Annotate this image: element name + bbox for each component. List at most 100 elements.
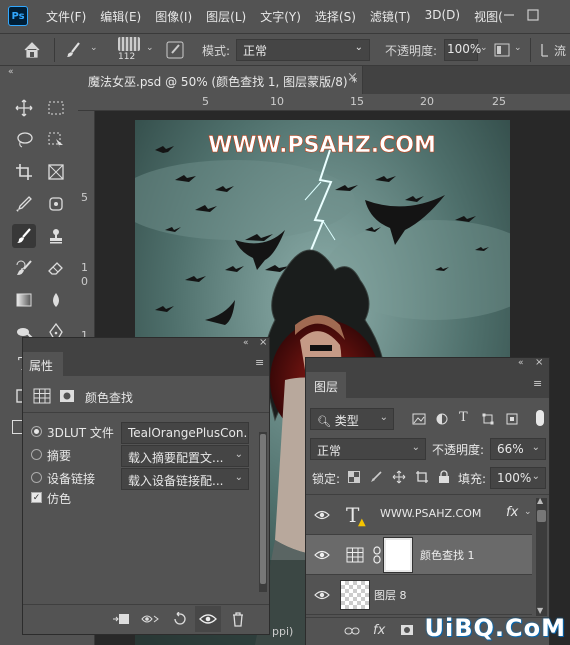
abstract-radio[interactable] [31, 449, 42, 460]
layer-row-adjustment-selected[interactable]: 颜色查找 1 [306, 535, 532, 575]
layer-row-pixel[interactable]: 图层 8 [306, 575, 532, 615]
blend-mode-select[interactable]: 正常 ⌄ [310, 438, 426, 460]
move-tool-icon[interactable] [12, 96, 36, 120]
eraser-tool-icon[interactable] [44, 256, 68, 280]
chevron-down-icon: ⌄ [234, 472, 243, 483]
close-panel-icon[interactable]: × [259, 337, 267, 348]
lock-pixels-icon[interactable] [370, 471, 382, 483]
filter-type-icon[interactable]: T [459, 410, 468, 425]
layer-opacity-input[interactable]: 66% ⌄ [490, 438, 546, 460]
panel-menu-icon[interactable]: ≡ [255, 356, 264, 369]
fill-input[interactable]: 100% ⌄ [490, 467, 546, 489]
color-lookup-adjustment-icon [346, 547, 364, 563]
brush-settings-icon[interactable] [166, 41, 184, 59]
view-previous-state-icon[interactable] [141, 612, 161, 626]
gradient-tool-icon[interactable] [12, 288, 36, 312]
menu-item[interactable]: 滤镜(T) [370, 8, 411, 25]
layer-visibility-eye-icon[interactable] [314, 587, 330, 603]
properties-tab[interactable]: 属性 [23, 352, 63, 376]
filter-pixel-icon[interactable] [412, 413, 426, 425]
menu-item[interactable]: 文件(F) [46, 8, 86, 25]
flow-icon[interactable] [540, 43, 550, 57]
menu-item[interactable]: 选择(S) [315, 8, 356, 25]
reset-icon[interactable] [171, 612, 189, 626]
opacity-input[interactable]: 100% [444, 39, 481, 61]
scroll-up-icon[interactable]: ▲ [537, 496, 543, 505]
marquee-tool-icon[interactable] [44, 96, 68, 120]
device-link-radio[interactable] [31, 472, 42, 483]
3dlut-radio[interactable] [31, 426, 42, 437]
restore-icon[interactable] [524, 6, 542, 24]
frame-tool-icon[interactable] [44, 160, 68, 184]
layer-opacity-label: 不透明度: [432, 443, 485, 457]
layer-effects-icon[interactable]: fx [506, 505, 518, 520]
menu-item[interactable]: 视图( [474, 8, 503, 25]
chevron-down-icon[interactable]: ⌄ [480, 43, 488, 53]
layers-scrollbar-thumb[interactable] [537, 510, 546, 522]
chevron-down-icon[interactable]: ⌄ [514, 43, 522, 53]
menu-item[interactable]: 3D(D) [425, 8, 460, 25]
brush-tool-icon[interactable] [12, 224, 36, 248]
eyedropper-tool-icon[interactable] [12, 192, 36, 216]
abstract-select[interactable]: 载入摘要配置文... ⌄ [121, 445, 249, 467]
dither-checkbox[interactable]: ✓ [31, 492, 42, 503]
search-icon: 🔍︎ [317, 415, 331, 428]
spot-healing-tool-icon[interactable] [44, 192, 68, 216]
mask-link-chain-icon[interactable] [372, 546, 382, 564]
collapse-panel-icon[interactable]: « [518, 358, 524, 368]
trash-icon[interactable] [231, 611, 245, 627]
filter-smart-object-icon[interactable] [506, 413, 518, 425]
add-layer-style-icon[interactable]: fx [373, 623, 385, 638]
close-panel-icon[interactable]: × [535, 357, 543, 368]
menu-item[interactable]: 编辑(E) [100, 8, 141, 25]
add-mask-icon[interactable] [400, 624, 414, 636]
collapse-panel-icon[interactable]: « [243, 338, 249, 348]
pressure-opacity-icon[interactable] [494, 42, 510, 58]
chevron-down-icon[interactable]: ⌄ [524, 507, 532, 517]
menu-item[interactable]: 图层(L) [206, 8, 246, 25]
menu-item[interactable]: 图像(I) [155, 8, 192, 25]
panel-menu-icon[interactable]: ≡ [533, 377, 542, 390]
device-link-select[interactable]: 载入设备链接配... ⌄ [121, 468, 249, 490]
mask-icon[interactable] [59, 389, 75, 403]
lock-transparent-icon[interactable] [348, 471, 360, 483]
lasso-tool-icon[interactable] [12, 128, 36, 152]
filter-shape-icon[interactable] [482, 413, 494, 425]
menu-item[interactable]: 文字(Y) [260, 8, 301, 25]
home-icon[interactable] [22, 41, 42, 59]
history-brush-tool-icon[interactable] [12, 256, 36, 280]
brush-tool-icon[interactable] [64, 41, 84, 59]
layer-thumbnail[interactable] [340, 580, 370, 610]
lock-artboard-icon[interactable] [415, 470, 429, 484]
minimize-icon[interactable] [500, 6, 518, 24]
layers-tab[interactable]: 图层 [306, 372, 346, 398]
ruler-tick-label: 0 [81, 275, 88, 288]
3dlut-file-value: TealOrangePlusCon... [128, 426, 249, 440]
document-tab[interactable]: 魔法女巫.psd @ 50% (颜色查找 1, 图层蒙版/8) * [78, 66, 363, 94]
filter-adjustment-icon[interactable] [436, 413, 448, 425]
filter-toggle[interactable] [536, 410, 544, 426]
chevron-down-icon[interactable]: ⌄ [90, 43, 98, 53]
layer-row-text[interactable]: T ▲ WWW.PSAHZ.COM fx ⌄ [306, 495, 532, 535]
link-layers-icon[interactable] [344, 626, 360, 636]
object-selection-tool-icon[interactable] [44, 128, 68, 152]
close-tab-icon[interactable]: × [347, 70, 358, 85]
blur-tool-icon[interactable] [44, 288, 68, 312]
lock-all-icon[interactable] [438, 470, 450, 484]
collapse-toolbar-icon[interactable]: « [8, 67, 14, 77]
ruler-tick-label: 10 [270, 95, 284, 108]
layer-mask-thumbnail[interactable] [383, 537, 413, 573]
layer-visibility-eye-icon[interactable] [314, 547, 330, 563]
layer-visibility-eye-icon[interactable] [314, 507, 330, 523]
brush-preset-icon[interactable] [118, 37, 140, 51]
properties-scrollbar-thumb[interactable] [260, 434, 266, 584]
3dlut-file-select[interactable]: TealOrangePlusCon... [121, 422, 249, 444]
clip-to-layer-icon[interactable] [111, 612, 131, 626]
clone-stamp-tool-icon[interactable] [44, 224, 68, 248]
mode-label: 模式: [202, 44, 231, 58]
mode-select[interactable]: 正常 ⌄ [236, 39, 370, 61]
chevron-down-icon[interactable]: ⌄ [146, 43, 154, 53]
lock-position-icon[interactable] [392, 470, 406, 484]
layer-filter-select[interactable]: 🔍︎ 类型 ⌄ [310, 408, 394, 430]
crop-tool-icon[interactable] [12, 160, 36, 184]
